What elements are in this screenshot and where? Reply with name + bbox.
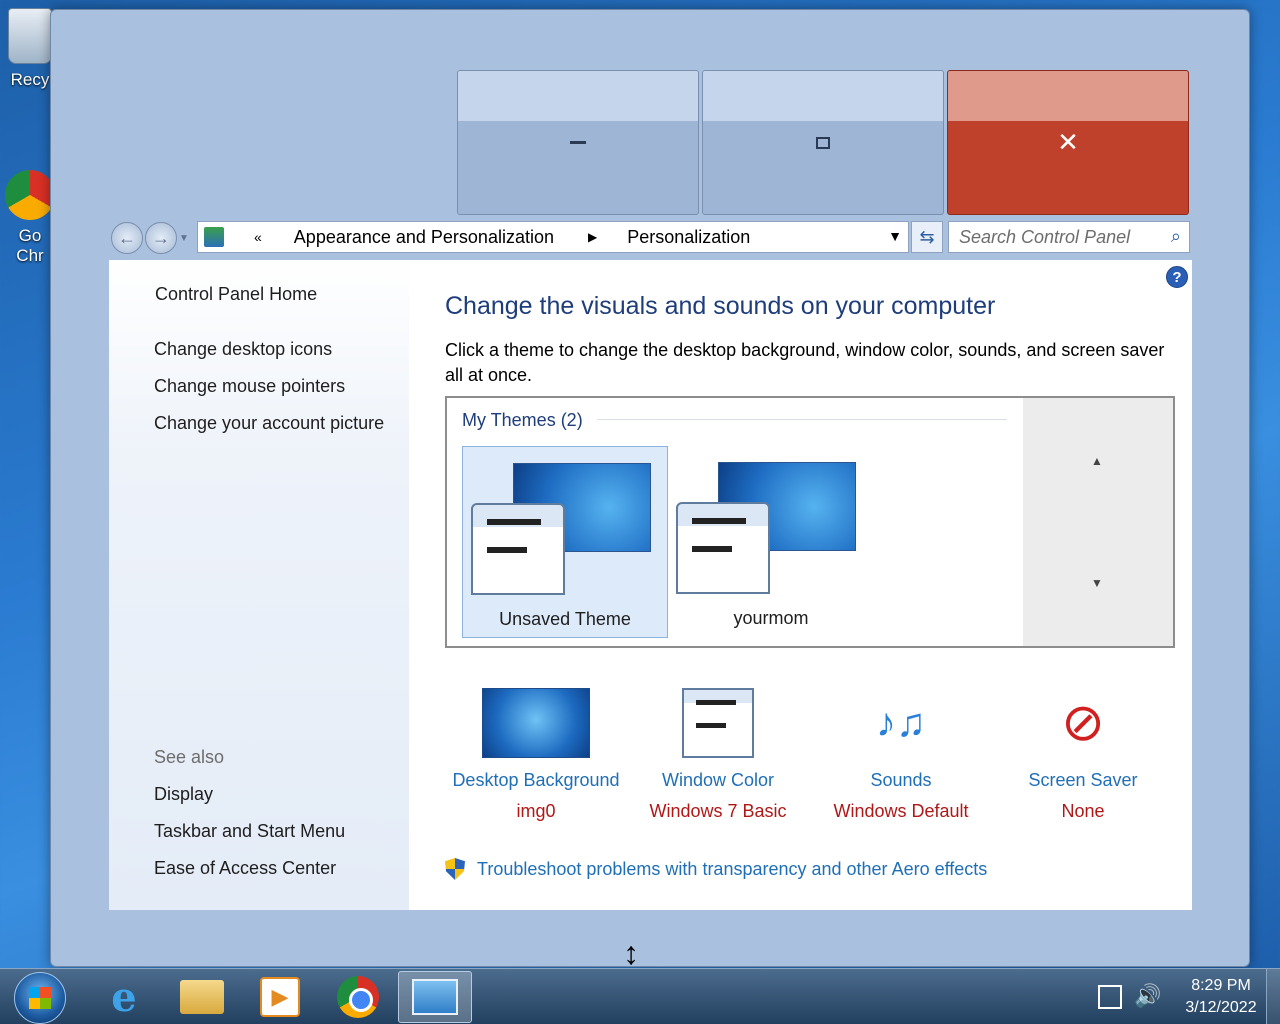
breadcrumb-personalization[interactable]: Personalization <box>627 227 750 248</box>
search-placeholder: Search Control Panel <box>959 226 1131 247</box>
maximize-button[interactable] <box>702 70 944 215</box>
troubleshoot-link[interactable]: Troubleshoot problems with transparency … <box>445 858 987 880</box>
navigation-buttons: ← → ▼ <box>111 222 189 254</box>
themes-scrollbar[interactable]: ▲ ▼ <box>1023 398 1173 646</box>
recycle-bin-label: Recy <box>10 70 50 89</box>
theme-window-preview <box>676 502 770 594</box>
desktop-background-option[interactable]: Desktop Background img0 <box>445 680 627 822</box>
refresh-icon: ⇆ <box>919 226 935 247</box>
internet-explorer-taskbar-button[interactable]: e <box>96 973 152 1021</box>
personalization-window: ✕ ← → ▼ « Appearance and Personalization… <box>50 9 1250 971</box>
volume-icon[interactable]: 🔊 <box>1134 983 1161 1009</box>
theme-label: yourmom <box>733 608 809 628</box>
control-panel-home-link[interactable]: Control Panel Home <box>155 284 317 305</box>
change-account-picture-link[interactable]: Change your account picture <box>154 413 384 434</box>
help-icon[interactable]: ? <box>1166 266 1188 288</box>
folder-icon <box>180 980 224 1014</box>
screen-saver-icon: ⊘ <box>1061 694 1105 752</box>
option-name[interactable]: Sounds <box>810 770 992 791</box>
resize-cursor-icon: ↕ <box>623 935 639 971</box>
address-bar[interactable]: « Appearance and Personalization ▶ Perso… <box>197 221 909 253</box>
minimize-icon <box>570 141 586 144</box>
breadcrumb-appearance[interactable]: Appearance and Personalization <box>294 227 554 248</box>
option-name[interactable]: Screen Saver <box>992 770 1174 791</box>
option-value[interactable]: Windows Default <box>810 801 992 822</box>
search-icon[interactable]: ⌕ <box>1171 226 1181 247</box>
recent-pages-dropdown[interactable]: ▼ <box>179 233 189 244</box>
option-name[interactable]: Desktop Background <box>445 770 627 791</box>
display-link[interactable]: Display <box>154 784 213 805</box>
back-arrow-icon: ← <box>118 227 136 248</box>
theme-item-yourmom[interactable]: yourmom <box>668 446 874 638</box>
clock[interactable]: 8:29 PM 3/12/2022 <box>1176 975 1266 1019</box>
my-themes-heading: My Themes (2) <box>462 410 583 430</box>
scroll-up-icon[interactable]: ▲ <box>1091 454 1103 468</box>
refresh-button[interactable]: ⇆ <box>911 221 943 253</box>
clock-date: 3/12/2022 <box>1185 999 1257 1016</box>
breadcrumb-overflow[interactable]: « <box>254 229 262 245</box>
file-explorer-taskbar-button[interactable] <box>174 973 230 1021</box>
forward-button[interactable]: → <box>145 222 177 254</box>
change-desktop-icons-link[interactable]: Change desktop icons <box>154 339 332 360</box>
back-button[interactable]: ← <box>111 222 143 254</box>
address-dropdown-icon[interactable]: ▼ <box>888 228 902 244</box>
theme-item-unsaved[interactable]: Unsaved Theme <box>462 446 668 638</box>
scroll-down-icon[interactable]: ▼ <box>1091 576 1103 590</box>
troubleshoot-label[interactable]: Troubleshoot problems with transparency … <box>477 859 987 880</box>
minimize-button[interactable] <box>457 70 699 215</box>
ease-of-access-link[interactable]: Ease of Access Center <box>154 858 336 879</box>
control-panel-icon <box>204 227 224 247</box>
close-button[interactable]: ✕ <box>947 70 1189 215</box>
internet-explorer-icon: e <box>111 973 137 1021</box>
window-color-icon <box>682 688 754 758</box>
control-panel-taskbar-button[interactable] <box>398 971 472 1023</box>
chrome-icon <box>337 976 379 1018</box>
control-panel-icon <box>412 979 458 1015</box>
sounds-option[interactable]: ♪♫ Sounds Windows Default <box>810 680 992 822</box>
window-color-option[interactable]: Window Color Windows 7 Basic <box>627 680 809 822</box>
screen-saver-option[interactable]: ⊘ Screen Saver None <box>992 680 1174 822</box>
recycle-bin-icon <box>8 8 52 64</box>
taskbar: e ▶ 🔊 8:29 PM 3/12/2022 <box>0 968 1280 1024</box>
theme-label: Unsaved Theme <box>499 609 631 629</box>
shield-icon <box>445 858 465 880</box>
chrome-icon <box>5 170 55 220</box>
option-value[interactable]: None <box>992 801 1174 822</box>
breadcrumb-separator-icon[interactable]: ▶ <box>588 230 597 244</box>
network-icon[interactable] <box>1098 985 1122 1009</box>
see-also-heading: See also <box>154 747 225 767</box>
media-player-taskbar-button[interactable]: ▶ <box>252 973 308 1021</box>
taskbar-start-menu-link[interactable]: Taskbar and Start Menu <box>154 821 345 842</box>
heading-divider <box>597 419 1007 420</box>
option-value[interactable]: img0 <box>445 801 627 822</box>
show-desktop-button[interactable] <box>1266 969 1280 1024</box>
theme-window-preview <box>471 503 565 595</box>
option-name[interactable]: Window Color <box>627 770 809 791</box>
start-button[interactable] <box>14 972 66 1024</box>
themes-list: My Themes (2) Unsaved Theme yourmom ▲ ▼ <box>445 396 1175 648</box>
forward-arrow-icon: → <box>152 227 170 248</box>
page-description: Click a theme to change the desktop back… <box>445 340 1165 385</box>
content-area: Control Panel Home Change desktop icons … <box>109 260 1192 910</box>
system-tray: 🔊 8:29 PM 3/12/2022 <box>1080 969 1280 1024</box>
clock-time: 8:29 PM <box>1191 977 1251 994</box>
theme-options: Desktop Background img0 Window Color Win… <box>445 680 1175 830</box>
main-pane: ? Change the visuals and sounds on your … <box>445 260 1192 910</box>
desktop-background-icon <box>482 688 590 758</box>
close-icon: ✕ <box>1057 127 1079 157</box>
task-pane: Control Panel Home Change desktop icons … <box>109 260 409 910</box>
chrome-taskbar-button[interactable] <box>330 973 386 1021</box>
change-mouse-pointers-link[interactable]: Change mouse pointers <box>154 376 345 397</box>
sounds-icon: ♪♫ <box>876 701 926 745</box>
search-input[interactable]: Search Control Panel ⌕ <box>948 221 1190 253</box>
maximize-icon <box>816 136 830 149</box>
media-player-icon: ▶ <box>260 977 300 1017</box>
page-title: Change the visuals and sounds on your co… <box>445 292 996 320</box>
option-value[interactable]: Windows 7 Basic <box>627 801 809 822</box>
